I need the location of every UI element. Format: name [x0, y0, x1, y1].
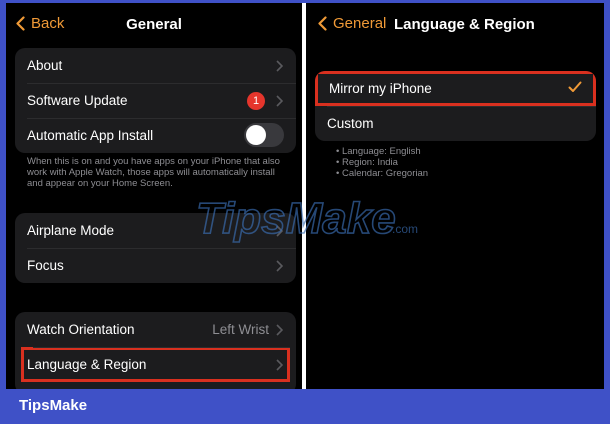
- settings-item-label: About: [27, 58, 63, 73]
- settings-item-software-update[interactable]: Software Update 1: [15, 83, 296, 118]
- settings-item-watch-orientation[interactable]: Watch Orientation Left Wrist: [15, 312, 296, 347]
- summary-calendar: • Calendar: Gregorian: [336, 168, 429, 179]
- chevron-right-icon: [276, 60, 283, 72]
- settings-item-label: Software Update: [27, 93, 128, 108]
- automatic-install-footnote: When this is on and you have apps on you…: [27, 156, 280, 189]
- chevron-right-icon: [276, 95, 283, 107]
- chevron-right-icon: [276, 260, 283, 272]
- settings-item-label: Language & Region: [27, 357, 147, 372]
- settings-item-label: Airplane Mode: [27, 223, 115, 238]
- chevron-left-icon: [318, 16, 327, 31]
- chevron-right-icon: [276, 324, 283, 336]
- footer-brand: TipsMake: [19, 397, 88, 414]
- chevron-right-icon: [276, 359, 283, 371]
- settings-group-3: Watch Orientation Left Wrist Language & …: [15, 312, 296, 389]
- language-region-summary: • Language: English • Region: India • Ca…: [336, 146, 428, 179]
- back-button[interactable]: General: [318, 15, 386, 32]
- settings-item-label: Focus: [27, 258, 64, 273]
- language-region-options: Mirror my iPhone Custom: [315, 71, 596, 141]
- watermark-suffix: .com: [392, 222, 418, 236]
- option-label: Custom: [327, 116, 374, 131]
- summary-language: • Language: English: [336, 146, 421, 157]
- watermark-text: TipsMake: [196, 194, 396, 243]
- toggle-knob: [246, 125, 266, 145]
- automatic-app-install-toggle[interactable]: [244, 123, 284, 147]
- watch-orientation-value: Left Wrist: [212, 322, 269, 337]
- settings-item-automatic-app-install: Automatic App Install: [15, 118, 296, 153]
- settings-item-about[interactable]: About: [15, 48, 296, 83]
- settings-item-label: Watch Orientation: [27, 322, 135, 337]
- update-count-badge: 1: [247, 92, 265, 110]
- settings-item-focus[interactable]: Focus: [15, 248, 296, 283]
- settings-item-label: Automatic App Install: [27, 128, 154, 143]
- tipsmake-watermark: TipsMake .com: [196, 193, 418, 243]
- option-label: Mirror my iPhone: [329, 81, 432, 96]
- settings-group-1: About Software Update 1 Automatic App In…: [15, 48, 296, 153]
- page-title: General: [126, 16, 182, 33]
- summary-region: • Region: India: [336, 157, 398, 168]
- nav-bar: Back General: [6, 3, 302, 47]
- nav-bar: General Language & Region: [306, 3, 604, 47]
- back-label: General: [333, 15, 387, 32]
- option-custom[interactable]: Custom: [315, 106, 596, 141]
- settings-item-language-region[interactable]: Language & Region: [21, 347, 290, 382]
- page-title: Language & Region: [394, 16, 535, 33]
- screenshot-frame: Back General About Software Update 1 Aut…: [6, 3, 604, 389]
- checkmark-icon: [568, 81, 582, 92]
- option-mirror-my-iphone[interactable]: Mirror my iPhone: [315, 71, 596, 106]
